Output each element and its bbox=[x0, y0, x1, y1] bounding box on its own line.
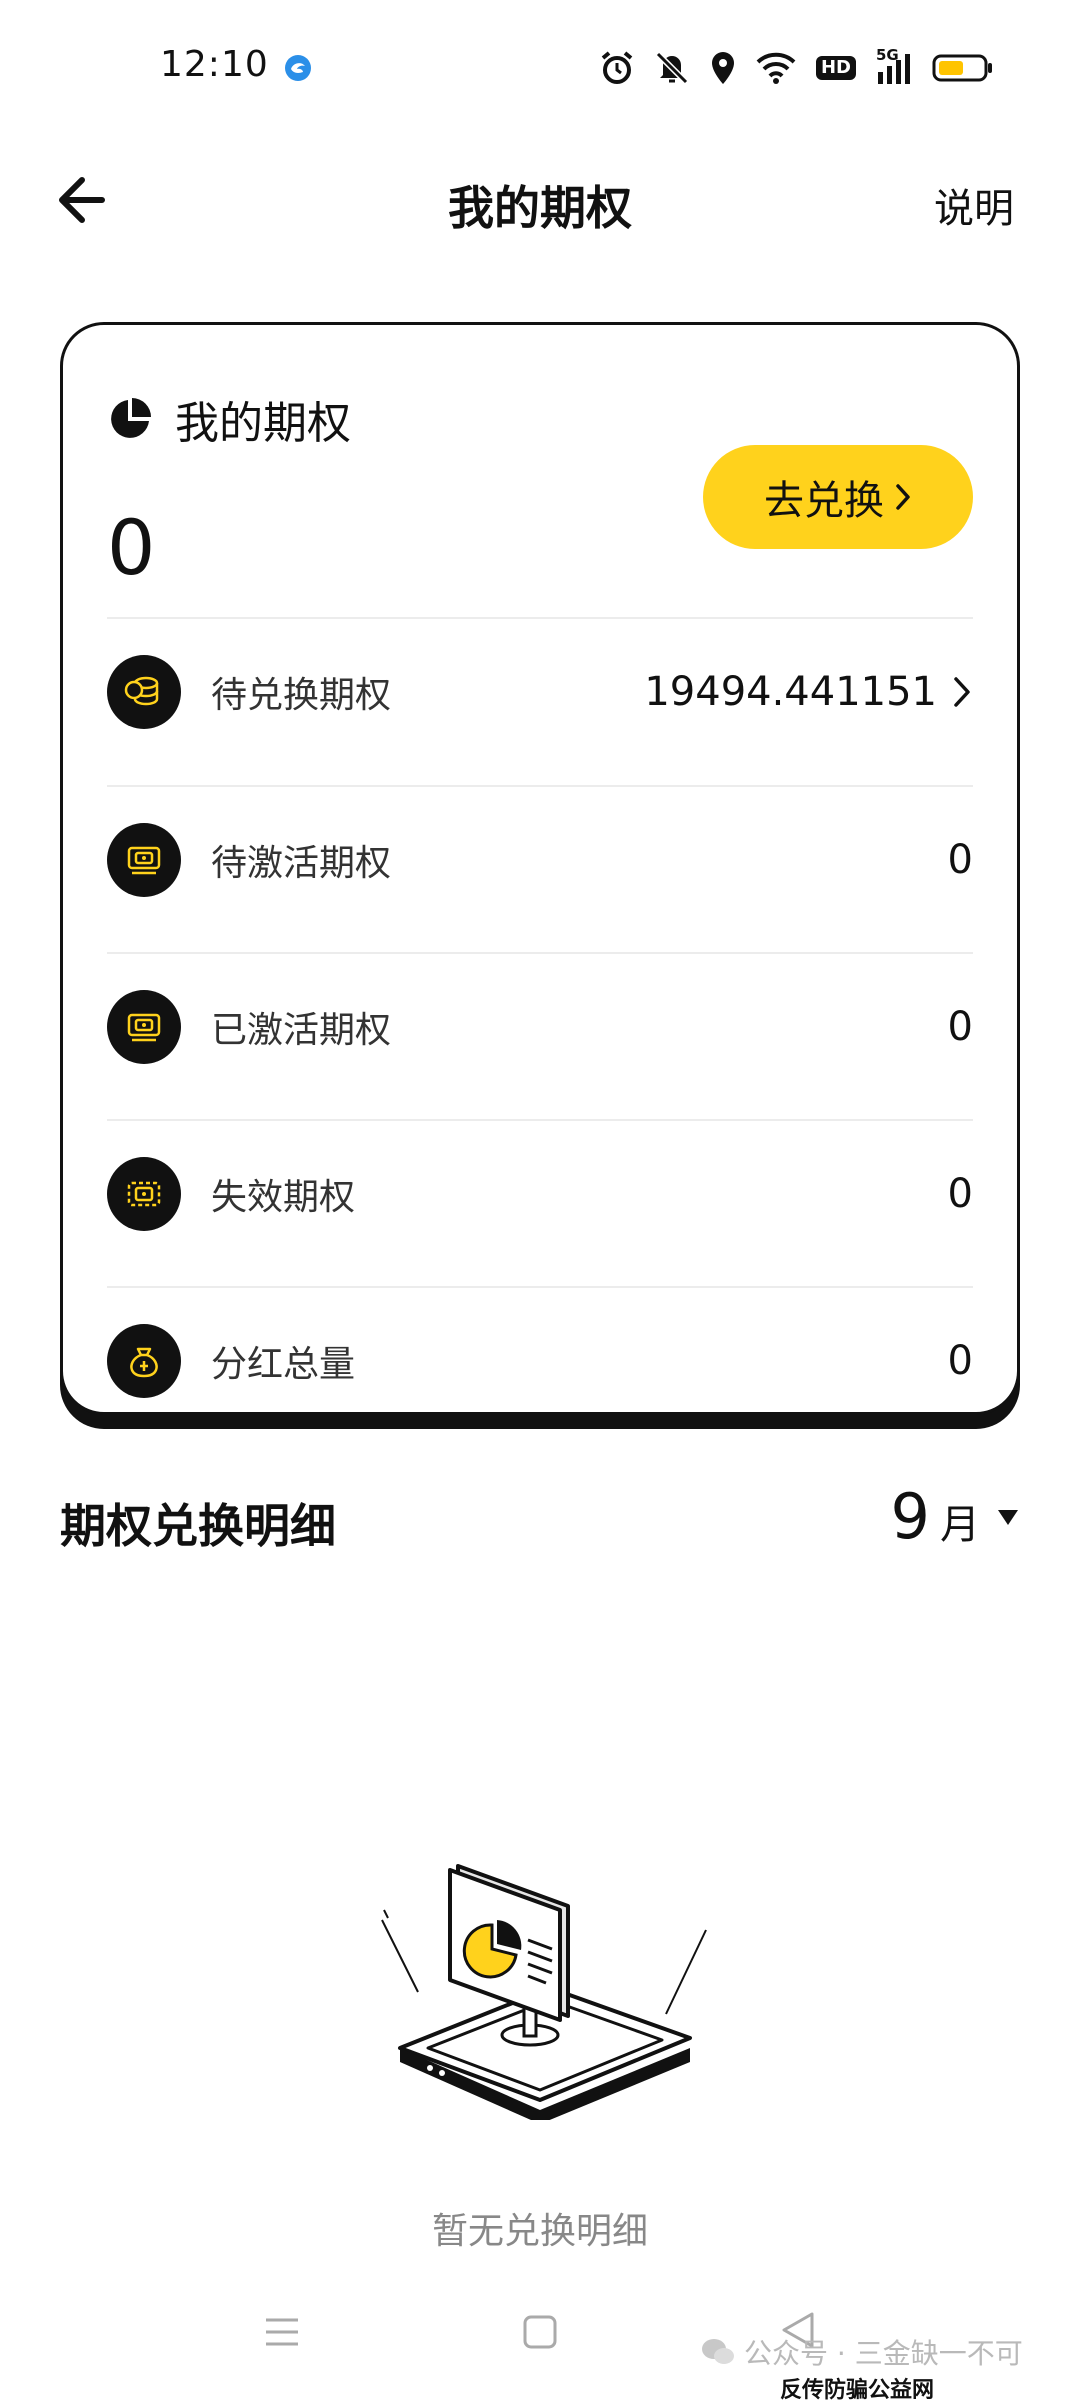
list-item-value: 0 bbox=[947, 836, 973, 883]
wechat-icon bbox=[702, 2339, 734, 2364]
watermark-text: 公众号 · 三金缺一不可 bbox=[744, 2337, 1023, 2370]
status-time: 12:10 bbox=[160, 44, 269, 85]
ticket-expired-icon bbox=[107, 1156, 181, 1231]
browser-icon bbox=[285, 55, 311, 81]
list-item-value: 0 bbox=[947, 1337, 973, 1384]
signal-icon: 5G bbox=[876, 46, 912, 86]
header: 我的期权 说明 bbox=[0, 140, 1080, 260]
coins-icon bbox=[107, 654, 181, 729]
list-item-pending-exchange[interactable]: 待兑换期权 19494.441151 bbox=[107, 619, 973, 764]
card-title: 我的期权 bbox=[175, 398, 351, 449]
page-title: 我的期权 bbox=[448, 181, 632, 235]
section-title: 期权兑换明细 bbox=[60, 1499, 336, 1553]
month-select[interactable]: 9 月 bbox=[891, 1480, 1020, 1553]
list-item-pending-activation: 待激活期权 0 bbox=[107, 787, 973, 932]
alarm-icon bbox=[601, 51, 633, 84]
wifi-icon bbox=[756, 52, 796, 84]
exchange-button-label: 去兑换 bbox=[764, 478, 884, 524]
list-item-label: 失效期权 bbox=[211, 1176, 356, 1218]
list-item-label: 已激活期权 bbox=[211, 1009, 392, 1051]
options-summary-card: 我的期权 0 去兑换 待兑换期权 19494.441151 待激活期权 0 已激… bbox=[60, 322, 1020, 1415]
battery-icon bbox=[932, 54, 992, 82]
location-icon bbox=[711, 52, 734, 84]
mute-icon bbox=[655, 51, 689, 85]
empty-state-text: 暂无兑换明细 bbox=[431, 2211, 648, 2252]
list-item-label: 待激活期权 bbox=[211, 842, 392, 884]
card-title-row: 我的期权 bbox=[107, 387, 351, 451]
list-item-activated: 已激活期权 0 bbox=[107, 954, 973, 1099]
system-nav-bar: 公众号 · 三金缺一不可 反传防骗公益网 www.wazi.cc bbox=[0, 2290, 1080, 2400]
ticket-active-icon bbox=[107, 989, 181, 1064]
hd-icon: HD bbox=[815, 56, 856, 80]
list-item-dividends: 分红总量 0 bbox=[107, 1288, 973, 1433]
home-square-icon[interactable] bbox=[522, 2312, 558, 2352]
pie-chart-icon bbox=[111, 398, 151, 438]
help-link[interactable]: 说明 bbox=[934, 176, 1014, 234]
list-item-value: 0 bbox=[947, 1003, 973, 1050]
list-item-label: 待兑换期权 bbox=[211, 674, 392, 716]
caret-down-icon bbox=[998, 1509, 1018, 1525]
watermark-site: 反传防骗公益网 www.wazi.cc bbox=[780, 2372, 1080, 2400]
month-suffix: 月 bbox=[940, 1502, 980, 1548]
exchange-button[interactable]: 去兑换 bbox=[703, 445, 973, 549]
watermark: 公众号 · 三金缺一不可 bbox=[700, 2332, 1023, 2372]
list-item-value: 0 bbox=[947, 1170, 973, 1217]
chevron-right-icon bbox=[896, 484, 910, 510]
menu-icon[interactable] bbox=[262, 2312, 302, 2352]
list-item-value: 19494.441151 bbox=[644, 668, 937, 715]
status-bar: 12:10 HD 5G bbox=[0, 0, 1080, 140]
total-options-value: 0 bbox=[107, 503, 156, 592]
list-item-expired: 失效期权 0 bbox=[107, 1121, 973, 1266]
money-bag-icon bbox=[107, 1323, 181, 1398]
chevron-right-icon bbox=[954, 676, 970, 707]
ticket-icon bbox=[107, 822, 181, 897]
empty-state-illustration bbox=[381, 1864, 707, 2120]
month-number: 9 bbox=[890, 1480, 930, 1553]
list-item-label: 分红总量 bbox=[211, 1343, 356, 1385]
status-icons: HD 5G bbox=[600, 46, 994, 90]
